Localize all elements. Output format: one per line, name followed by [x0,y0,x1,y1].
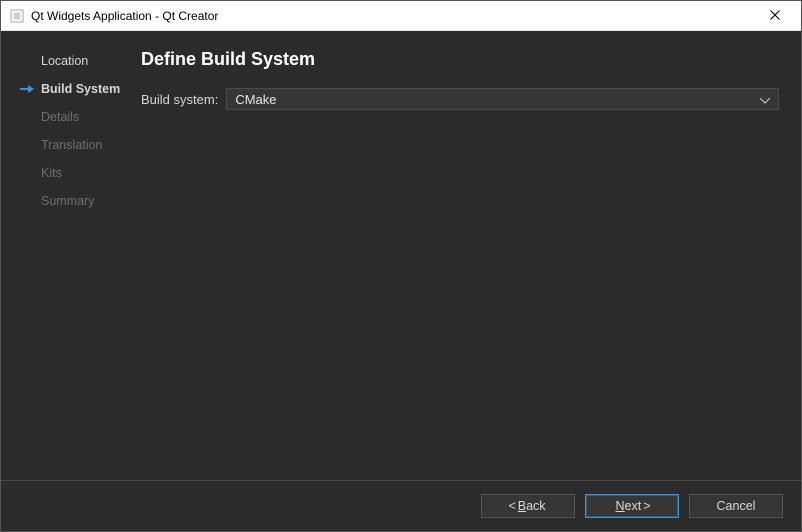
titlebar: Qt Widgets Application - Qt Creator [1,1,801,31]
step-summary: Summary [19,191,123,211]
back-rest: ack [526,499,545,513]
step-details: Details [19,107,123,127]
step-label: Kits [41,166,62,180]
wizard-steps: Location Build System Details Translatio… [1,31,131,480]
step-kits: Kits [19,163,123,183]
app-icon [9,8,25,24]
next-rest: ext [625,499,642,513]
next-button[interactable]: Next > [585,494,679,518]
back-button[interactable]: < Back [481,494,575,518]
step-build-system: Build System [19,79,123,99]
chevron-down-icon [760,92,770,107]
step-label: Summary [41,194,94,208]
wizard-button-bar: < Back Next > Cancel [1,481,801,531]
back-mnemonic: B [518,499,526,513]
window-close-button[interactable] [753,1,797,31]
step-label: Location [41,54,88,68]
step-location: Location [19,51,123,71]
page-title: Define Build System [141,49,779,70]
next-suffix: > [643,499,650,513]
close-icon [770,9,780,23]
window-title: Qt Widgets Application - Qt Creator [31,9,753,23]
back-prefix: < [508,499,515,513]
cancel-button[interactable]: Cancel [689,494,783,518]
build-system-row: Build system: CMake [141,88,779,110]
cancel-rest: Cancel [717,499,756,513]
arrow-right-icon [19,84,35,94]
wizard-body: Location Build System Details Translatio… [1,31,801,531]
main-split: Location Build System Details Translatio… [1,31,801,480]
wizard-page: Define Build System Build system: CMake [131,31,801,480]
build-system-select[interactable]: CMake [226,88,779,110]
build-system-label: Build system: [141,92,218,107]
next-mnemonic: N [615,499,624,513]
step-label: Details [41,110,79,124]
build-system-value: CMake [235,92,276,107]
step-translation: Translation [19,135,123,155]
step-label: Build System [41,82,120,96]
step-label: Translation [41,138,102,152]
